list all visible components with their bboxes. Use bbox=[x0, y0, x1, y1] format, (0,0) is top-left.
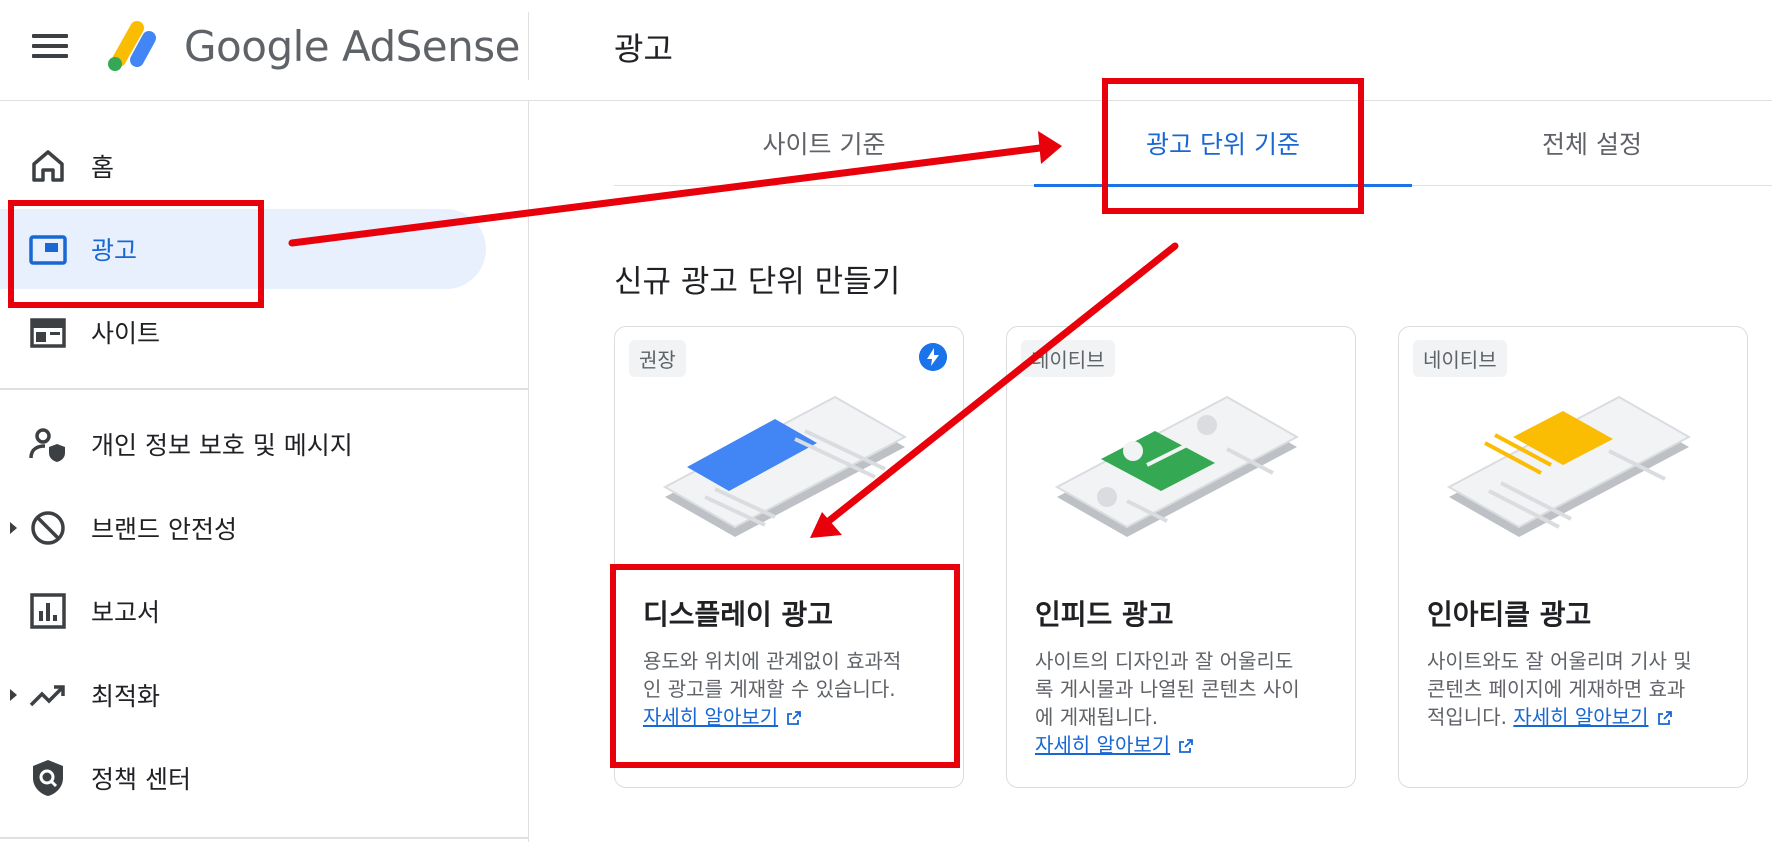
top-bar: Google AdSense 광고 bbox=[0, 0, 1772, 101]
external-link-icon bbox=[1179, 739, 1194, 753]
card-title: 인피드 광고 bbox=[1035, 598, 1174, 631]
trending-up-icon bbox=[29, 685, 65, 707]
in-article-ad-illustration bbox=[1446, 395, 1692, 537]
ads-icon bbox=[29, 235, 67, 265]
sidebar-item-label: 홈 bbox=[91, 153, 115, 182]
home-icon bbox=[32, 150, 64, 182]
recommended-chip: 권장 bbox=[629, 340, 686, 377]
sidebar: 홈 광고 사이트 개인 정보 보호 및 메시지 브랜드 안전성 보고서 최적화 … bbox=[0, 101, 529, 842]
sidebar-item-label: 사이트 bbox=[91, 319, 161, 348]
card-description-line: 용도와 위치에 관계없이 효과적 bbox=[643, 649, 902, 673]
header-divider bbox=[528, 12, 529, 80]
section-title: 신규 광고 단위 만들기 bbox=[614, 264, 901, 300]
external-link-icon bbox=[787, 711, 802, 725]
expand-caret-icon[interactable] bbox=[10, 689, 17, 701]
adsense-logo-icon bbox=[108, 21, 156, 71]
tab-bar: 사이트 기준 광고 단위 기준 전체 설정 bbox=[614, 101, 1772, 187]
in-feed-ad-card[interactable]: 네이티브 인피드 광고 사이트의 디자인과 잘 어울리도 록 게시물과 나열된 … bbox=[1006, 326, 1356, 788]
card-description: 사이트의 디자인과 잘 어울리도 록 게시물과 나열된 콘텐츠 사이 에 게재됩… bbox=[1035, 647, 1327, 759]
card-description: 사이트와도 잘 어울리며 기사 및 콘텐츠 페이지에 게재하면 효과 적입니다.… bbox=[1427, 647, 1719, 731]
learn-more-link[interactable]: 자세히 알아보기 bbox=[1035, 733, 1170, 757]
hamburger-menu-icon[interactable] bbox=[30, 28, 70, 68]
sidebar-item-label: 개인 정보 보호 및 메시지 bbox=[91, 431, 353, 460]
sidebar-item-privacy[interactable]: 개인 정보 보호 및 메시지 bbox=[0, 404, 486, 484]
sidebar-item-label: 정책 센터 bbox=[91, 765, 191, 794]
card-description: 용도와 위치에 관계없이 효과적 인 광고를 게재할 수 있습니다. 자세히 알… bbox=[643, 647, 935, 731]
reports-icon bbox=[30, 593, 66, 629]
expand-caret-icon[interactable] bbox=[10, 522, 17, 534]
tab-by-ad-unit[interactable]: 광고 단위 기준 bbox=[1034, 101, 1412, 185]
card-description-line: 에 게재됩니다. bbox=[1035, 705, 1159, 729]
brand-title[interactable]: Google AdSense bbox=[184, 22, 520, 71]
card-description-line: 인 광고를 게재할 수 있습니다. bbox=[643, 677, 896, 701]
tab-overall-settings[interactable]: 전체 설정 bbox=[1412, 101, 1772, 185]
bolt-icon bbox=[919, 343, 947, 371]
external-link-icon bbox=[1657, 711, 1672, 725]
learn-more-link[interactable]: 자세히 알아보기 bbox=[643, 705, 778, 729]
card-description-line: 사이트의 디자인과 잘 어울리도 bbox=[1035, 649, 1294, 673]
native-chip: 네이티브 bbox=[1413, 340, 1507, 377]
card-description-tail: 적입니다. bbox=[1427, 705, 1514, 729]
sites-icon bbox=[30, 318, 66, 348]
learn-more-link[interactable]: 자세히 알아보기 bbox=[1513, 705, 1648, 729]
in-article-ad-card[interactable]: 네이티브 인아티클 광고 사이트와도 잘 어울리며 기사 및 콘텐츠 페이지에 … bbox=[1398, 326, 1748, 788]
sidebar-item-sites[interactable]: 사이트 bbox=[0, 292, 486, 372]
card-description-line: 록 게시물과 나열된 콘텐츠 사이 bbox=[1035, 677, 1300, 701]
privacy-icon bbox=[29, 428, 65, 462]
sidebar-item-optimization[interactable]: 최적화 bbox=[0, 655, 486, 735]
card-title: 인아티클 광고 bbox=[1427, 598, 1592, 631]
card-description-line: 사이트와도 잘 어울리며 기사 및 bbox=[1427, 649, 1692, 673]
card-description-line: 콘텐츠 페이지에 게재하면 효과 bbox=[1427, 677, 1686, 701]
sidebar-item-brand-safety[interactable]: 브랜드 안전성 bbox=[0, 488, 486, 568]
sidebar-divider bbox=[0, 837, 528, 839]
active-tab-indicator bbox=[1034, 184, 1412, 187]
brand-safety-icon bbox=[31, 511, 65, 545]
sidebar-item-label: 브랜드 안전성 bbox=[91, 515, 237, 544]
tab-by-site[interactable]: 사이트 기준 bbox=[614, 101, 1034, 185]
sidebar-item-policy-center[interactable]: 정책 센터 bbox=[0, 738, 486, 818]
display-ad-card[interactable]: 권장 디스플레이 광고 용도와 위치에 관계없이 효과적 인 광고를 게재할 수… bbox=[614, 326, 964, 788]
display-ad-illustration bbox=[662, 395, 908, 537]
sidebar-divider bbox=[0, 388, 528, 390]
card-title: 디스플레이 광고 bbox=[643, 598, 834, 631]
page-title: 광고 bbox=[614, 30, 673, 68]
sidebar-item-home[interactable]: 홈 bbox=[0, 126, 486, 206]
native-chip: 네이티브 bbox=[1021, 340, 1115, 377]
sidebar-item-label: 광고 bbox=[91, 236, 138, 265]
policy-center-icon bbox=[33, 760, 63, 796]
sidebar-item-label: 보고서 bbox=[91, 598, 161, 627]
sidebar-item-ads[interactable]: 광고 bbox=[0, 209, 486, 289]
sidebar-item-reports[interactable]: 보고서 bbox=[0, 571, 486, 651]
sidebar-item-label: 최적화 bbox=[91, 682, 161, 711]
in-feed-ad-illustration bbox=[1054, 395, 1300, 537]
